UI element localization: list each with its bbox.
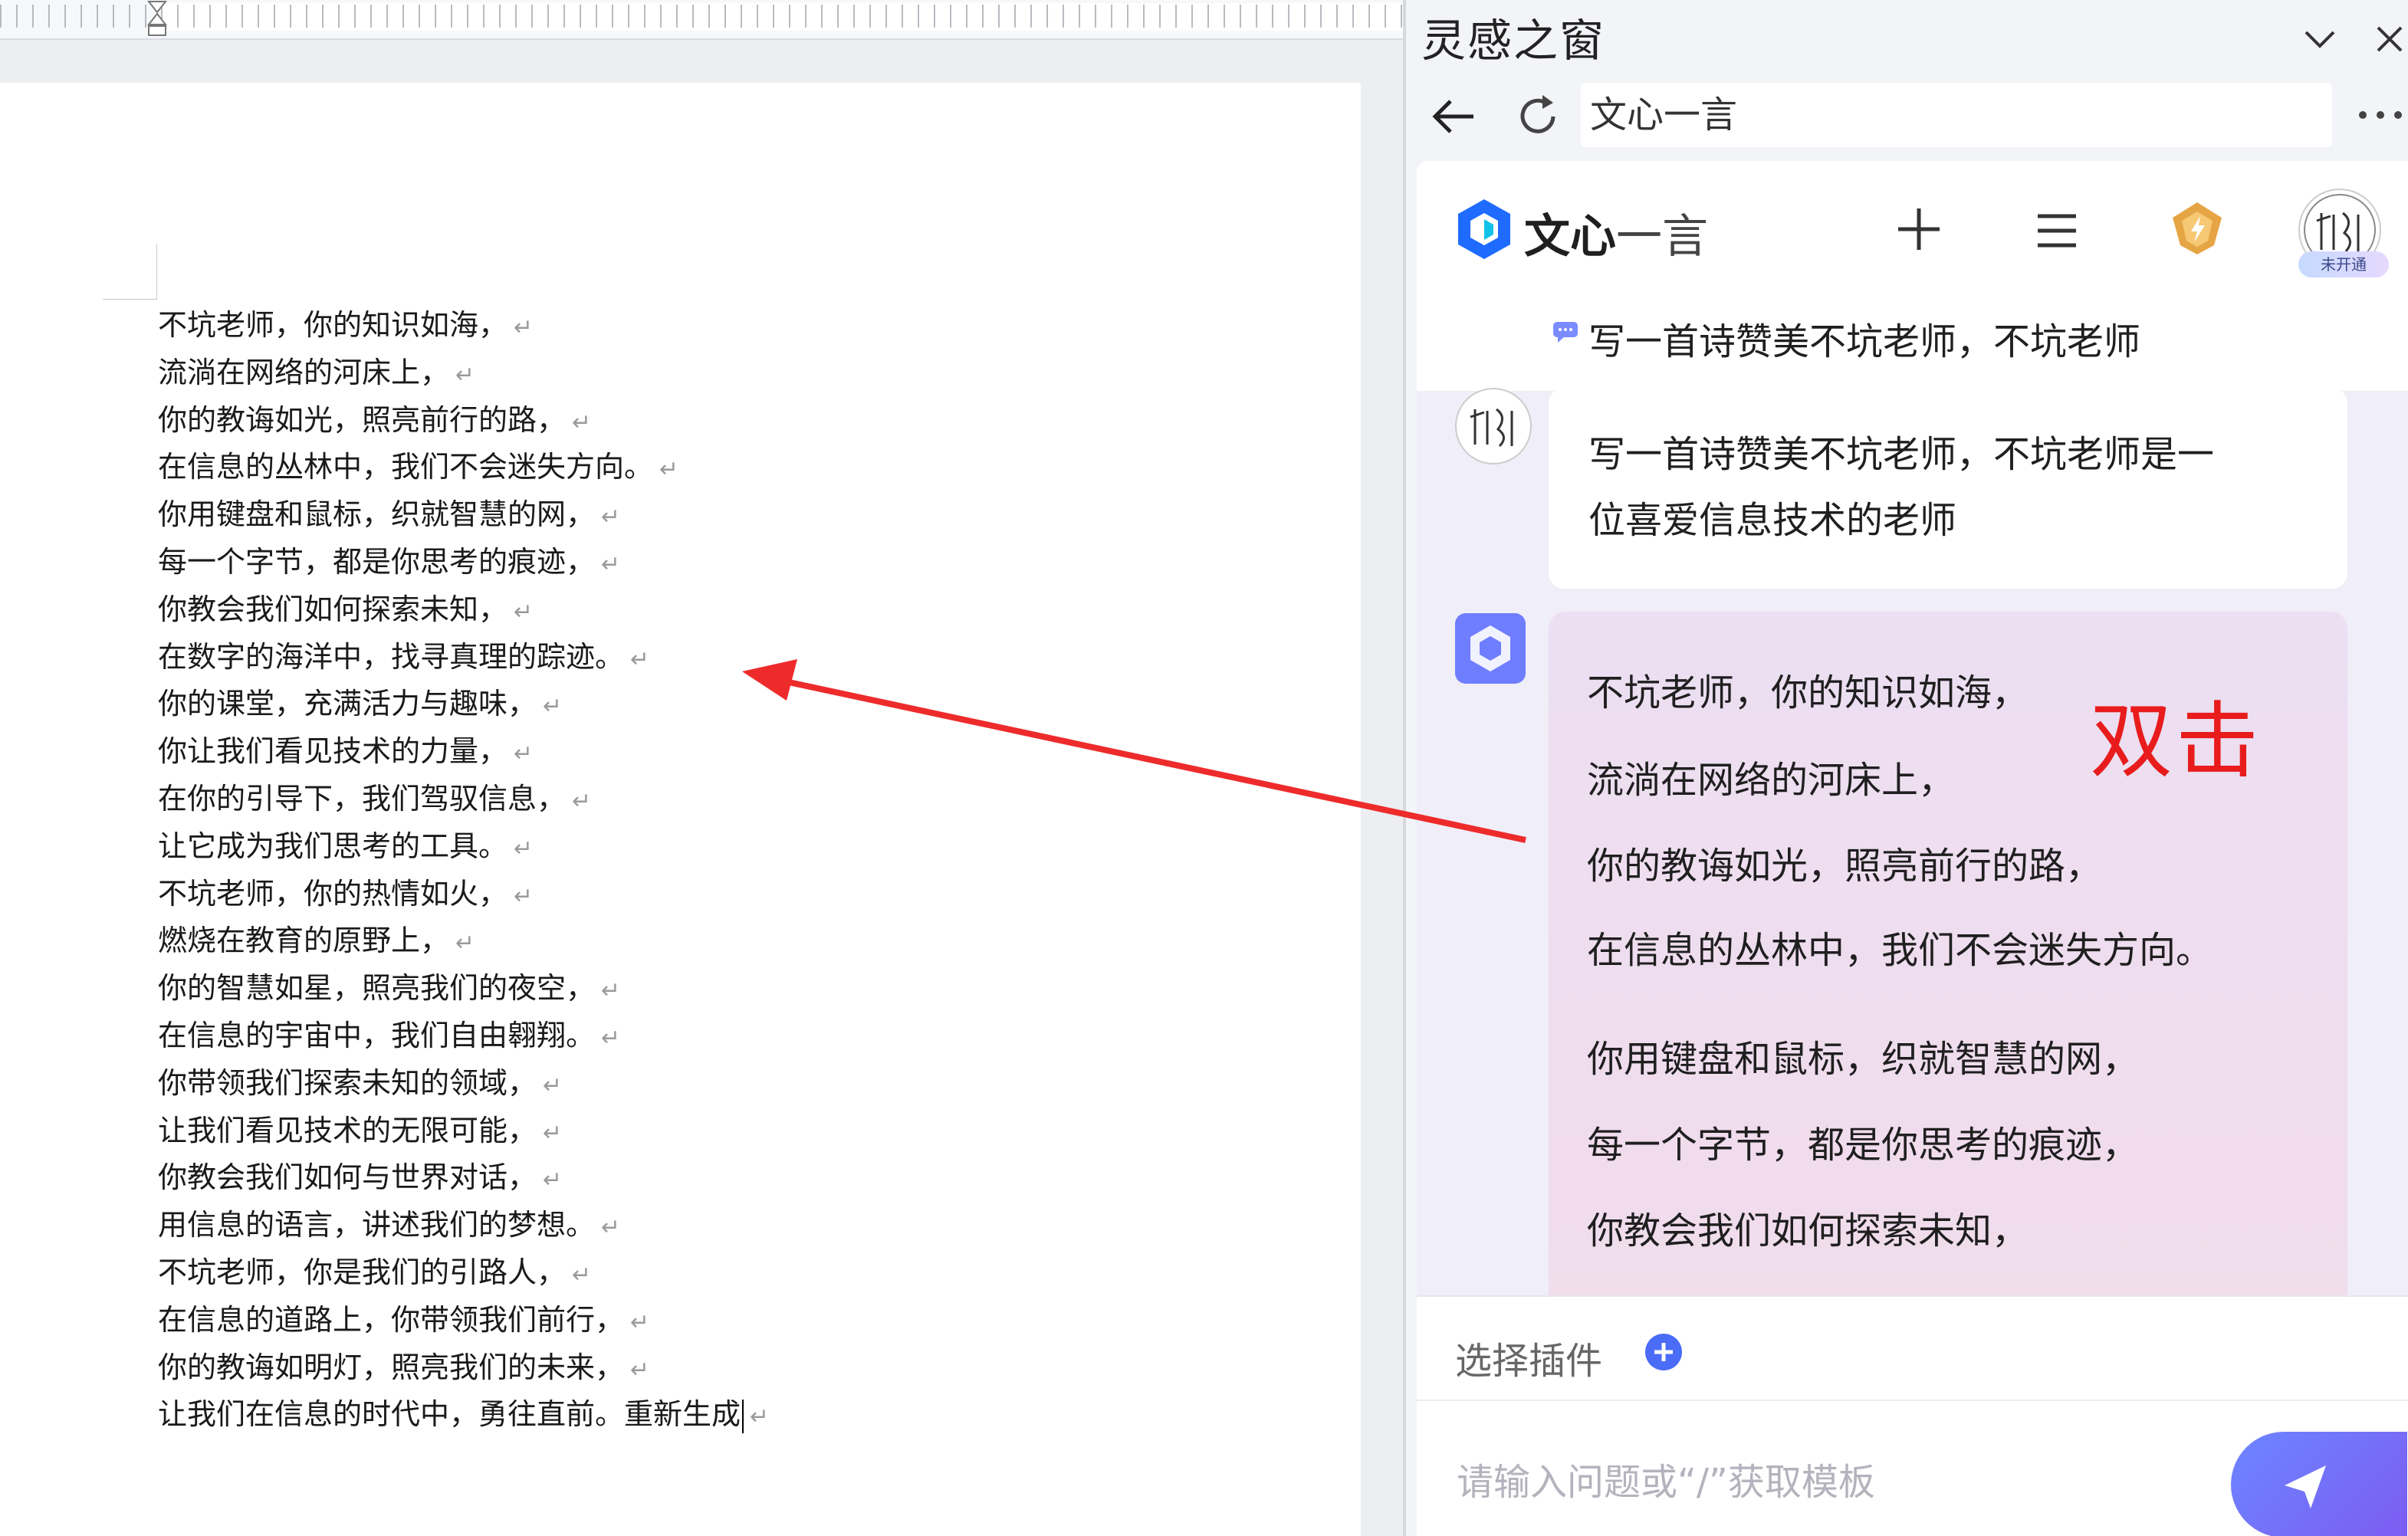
- document-line[interactable]: 让我们在信息的时代中，勇往直前。重新生成 ↵: [158, 1391, 769, 1439]
- paragraph-mark-icon: ↵: [630, 645, 650, 673]
- document-line[interactable]: 燃烧在教育的原野上， ↵: [158, 917, 769, 965]
- wenxin-bot-avatar-icon: [1455, 613, 1526, 684]
- document-editor: 不坑老师，你的知识如海， ↵ 流淌在网络的河床上， ↵ 你的教诲如光，照亮前行的路， ↵ 在…: [0, 0, 1403, 1536]
- document-line[interactable]: 在信息的宇宙中，我们自由翱翔。 ↵: [158, 1013, 769, 1060]
- chat-window: 文心一言 未开通 写一首诗赞美不坑老师，不坑老师 写一首诗赞美不坑老师，不坑老师…: [1417, 161, 2408, 1536]
- document-line[interactable]: 你带领我们探索未知的领域， ↵: [158, 1060, 769, 1108]
- membership-badge[interactable]: 未开通: [2298, 251, 2389, 277]
- document-line[interactable]: 不坑老师，你是我们的引路人， ↵: [158, 1249, 769, 1297]
- ai-response-line: 每一个字节，都是你思考的痕迹，: [1587, 1124, 2140, 1167]
- document-line[interactable]: 你的教诲如光，照亮前行的路， ↵: [158, 397, 769, 445]
- brand-name-light: 一言: [1616, 210, 1708, 264]
- prompt-input[interactable]: [1455, 1447, 2209, 1518]
- document-line[interactable]: 让它成为我们思考的工具。 ↵: [158, 823, 769, 871]
- text-cursor: [742, 1399, 744, 1433]
- document-line[interactable]: 在你的引导下，我们驾驭信息， ↵: [158, 776, 769, 823]
- user-avatar: [1455, 388, 1532, 464]
- paragraph-mark-icon: ↵: [455, 930, 475, 957]
- address-bar[interactable]: 文心一言: [1581, 83, 2332, 147]
- paragraph-mark-icon: ↵: [572, 787, 592, 815]
- paragraph-mark-icon: ↵: [601, 1024, 621, 1052]
- avatar-doodle-icon: [1470, 408, 1513, 448]
- send-button[interactable]: [2231, 1432, 2407, 1536]
- ai-response-line: 你的教诲如光，照亮前行的路，: [1587, 845, 2103, 888]
- paragraph-mark-icon: ↵: [514, 740, 534, 768]
- new-chat-plus-icon[interactable]: [1892, 202, 1946, 256]
- panel-title: 灵感之窗: [1421, 15, 1606, 67]
- user-message-line: 写一首诗赞美不坑老师，不坑老师是一: [1588, 433, 2215, 476]
- paragraph-mark-icon: ↵: [514, 835, 534, 862]
- document-line[interactable]: 不坑老师，你的热情如火， ↵: [158, 871, 769, 918]
- chat-input-area: 选择插件: [1417, 1295, 2408, 1536]
- paragraph-mark-icon: ↵: [455, 361, 475, 389]
- send-plane-icon: [2285, 1465, 2326, 1508]
- select-plugin-label[interactable]: 选择插件: [1455, 1331, 1602, 1384]
- paragraph-mark-icon: ↵: [601, 977, 621, 1005]
- document-line[interactable]: 你的智慧如星，照亮我们的夜空， ↵: [158, 965, 769, 1013]
- document-scroll-track[interactable]: [1361, 83, 1403, 1536]
- back-arrow-icon[interactable]: [1427, 90, 1480, 143]
- paragraph-mark-icon: ↵: [514, 314, 534, 341]
- more-options-icon[interactable]: [2354, 100, 2407, 130]
- paragraph-mark-icon: ↵: [601, 550, 621, 578]
- document-line[interactable]: 在信息的道路上，你带领我们前行， ↵: [158, 1297, 769, 1344]
- close-icon[interactable]: [2367, 17, 2408, 60]
- document-text[interactable]: 不坑老师，你的知识如海， ↵ 流淌在网络的河床上， ↵ 你的教诲如光，照亮前行的路， ↵ 在…: [158, 302, 769, 1439]
- brand-name: 文心一言: [1524, 199, 1708, 266]
- document-line[interactable]: 让我们看见技术的无限可能， ↵: [158, 1108, 769, 1155]
- paragraph-mark-icon: ↵: [601, 1214, 621, 1242]
- paragraph-mark-icon: ↵: [543, 1119, 563, 1147]
- indent-marker-icon[interactable]: [146, 0, 169, 37]
- brand-name-bold: 文心: [1524, 210, 1616, 264]
- paragraph-mark-icon: ↵: [750, 1403, 770, 1431]
- paragraph-mark-icon: ↵: [572, 1261, 592, 1288]
- menu-icon[interactable]: [2033, 207, 2081, 254]
- document-line[interactable]: 用信息的语言，讲述我们的梦想。 ↵: [158, 1202, 769, 1249]
- horizontal-ruler[interactable]: [0, 0, 1403, 40]
- ai-response-line: 你教会我们如何探索未知，: [1587, 1209, 2029, 1252]
- paragraph-mark-icon: ↵: [543, 693, 563, 720]
- paragraph-mark-icon: ↵: [630, 1308, 650, 1336]
- chat-bubble-icon: [1553, 322, 1578, 343]
- chevron-down-icon[interactable]: [2298, 17, 2341, 60]
- paragraph-mark-icon: ↵: [572, 409, 592, 436]
- ai-response-line: 你用键盘和鼠标，织就智慧的网，: [1587, 1038, 2140, 1081]
- paragraph-mark-icon: ↵: [601, 504, 621, 531]
- ai-response-line: 不坑老师，你的知识如海，: [1587, 671, 2029, 714]
- vip-diamond-icon[interactable]: [2167, 198, 2228, 259]
- paragraph-mark-icon: ↵: [543, 1072, 563, 1099]
- document-line[interactable]: 你的课堂，充满活力与趣味， ↵: [158, 681, 769, 728]
- reload-icon[interactable]: [1512, 90, 1564, 143]
- add-plugin-icon[interactable]: [1644, 1332, 1684, 1372]
- document-line[interactable]: 在数字的海洋中，找寻真理的踪迹。 ↵: [158, 634, 769, 681]
- wenxin-logo-icon: [1458, 199, 1510, 259]
- document-line[interactable]: 你让我们看见技术的力量， ↵: [158, 728, 769, 776]
- user-message-bubble: 写一首诗赞美不坑老师，不坑老师是一 位喜爱信息技术的老师: [1549, 388, 2347, 589]
- document-line[interactable]: 你教会我们如何与世界对话， ↵: [158, 1154, 769, 1202]
- ai-response-line: 在信息的丛林中，我们不会迷失方向。: [1587, 929, 2213, 972]
- document-line[interactable]: 你的教诲如明灯，照亮我们的未来， ↵: [158, 1344, 769, 1392]
- chat-title-preview[interactable]: 写一首诗赞美不坑老师，不坑老师: [1553, 311, 2140, 365]
- user-message-line: 位喜爱信息技术的老师: [1588, 499, 1957, 542]
- paragraph-mark-icon: ↵: [659, 456, 679, 484]
- document-line[interactable]: 流淌在网络的河床上， ↵: [158, 350, 769, 397]
- document-line[interactable]: 你教会我们如何探索未知， ↵: [158, 586, 769, 634]
- document-line[interactable]: 在信息的丛林中，我们不会迷失方向。 ↵: [158, 444, 769, 491]
- chat-header: 文心一言 未开通 写一首诗赞美不坑老师，不坑老师: [1417, 161, 2408, 391]
- paragraph-mark-icon: ↵: [630, 1356, 650, 1383]
- document-line[interactable]: 每一个字节，都是你思考的痕迹， ↵: [158, 539, 769, 586]
- paragraph-mark-icon: ↵: [514, 598, 534, 625]
- ai-response-line: 流淌在网络的河床上，: [1587, 759, 1956, 802]
- paragraph-mark-icon: ↵: [514, 882, 534, 910]
- paragraph-mark-icon: ↵: [543, 1167, 563, 1194]
- page-margin-corner: [103, 244, 157, 300]
- document-line[interactable]: 你用键盘和鼠标，织就智慧的网， ↵: [158, 491, 769, 539]
- double-click-annotation: 双击: [2090, 694, 2262, 789]
- document-line[interactable]: 不坑老师，你的知识如海， ↵: [158, 302, 769, 350]
